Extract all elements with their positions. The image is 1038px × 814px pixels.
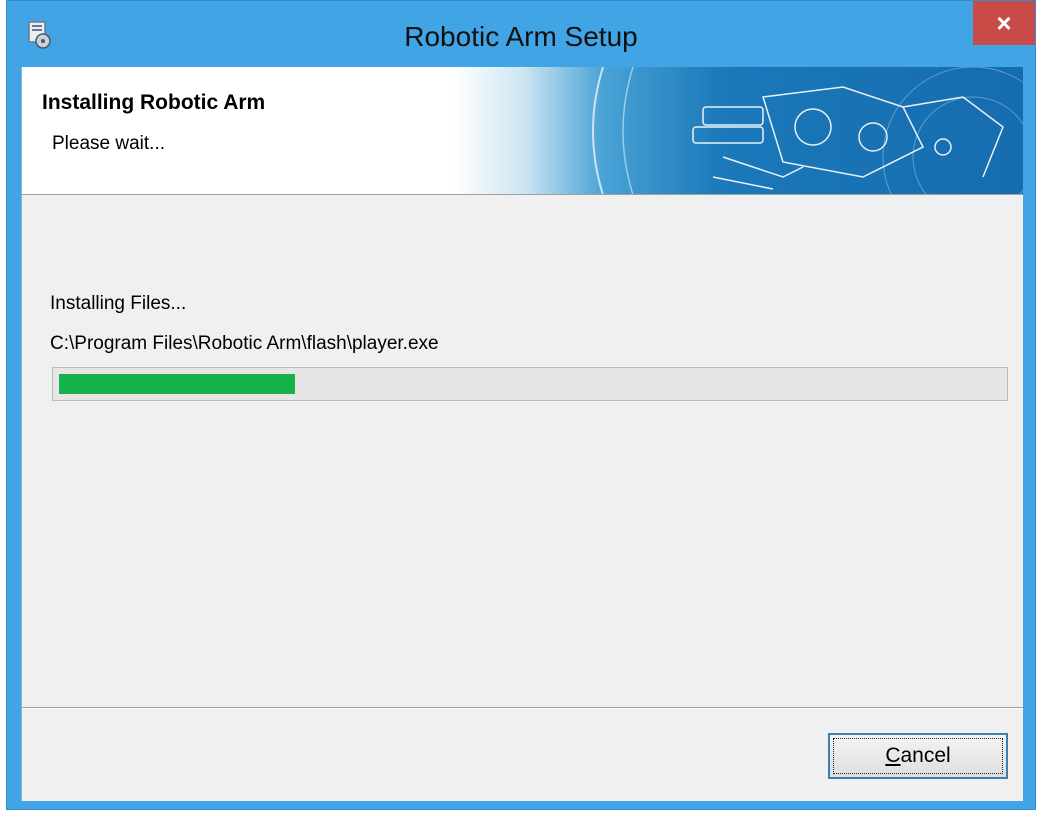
status-text: Installing Files... (50, 293, 187, 314)
progress-fill (59, 374, 295, 394)
dialog-client-area: Installing Robotic Arm Please wait... In… (21, 67, 1023, 801)
robotic-arm-illustration (592, 67, 1023, 194)
setup-window: Robotic Arm Setup × Installing Robotic A… (6, 0, 1036, 810)
close-icon: × (996, 7, 1012, 38)
window-title: Robotic Arm Setup (404, 21, 638, 52)
cancel-button[interactable]: Cancel (828, 733, 1008, 779)
focus-rectangle (833, 738, 1003, 774)
header-banner: Installing Robotic Arm Please wait... (22, 67, 1023, 195)
header-subtitle: Please wait... (52, 133, 165, 154)
progress-bar (52, 367, 1008, 401)
current-file-path: C:\Program Files\Robotic Arm\flash\playe… (50, 333, 439, 354)
header-title: Installing Robotic Arm (42, 91, 266, 114)
footer-divider (22, 707, 1023, 709)
title-bar[interactable]: Robotic Arm Setup × (7, 1, 1035, 67)
close-button[interactable]: × (973, 1, 1035, 45)
